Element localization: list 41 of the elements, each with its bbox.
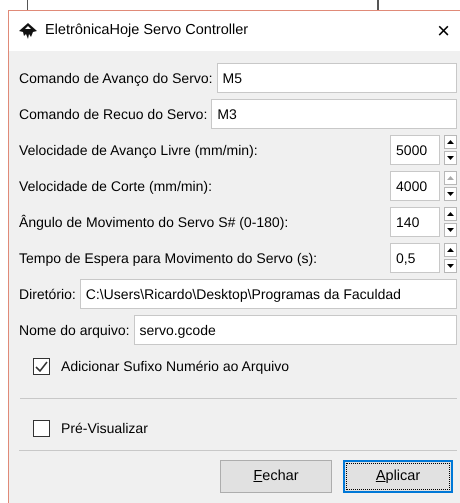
app-logo-icon xyxy=(19,23,37,39)
window-title: EletrônicaHoje Servo Controller xyxy=(45,21,248,40)
input-field[interactable]: servo.gcode xyxy=(134,315,457,345)
caret-up-icon xyxy=(447,140,454,144)
caret-down-icon xyxy=(447,192,454,196)
spin-down-button[interactable] xyxy=(444,259,457,273)
caret-down-icon xyxy=(447,228,454,232)
dialog-button[interactable]: Fechar xyxy=(220,460,332,493)
caret-down-icon xyxy=(447,264,454,268)
caret-down-icon xyxy=(447,156,454,160)
caret-up-icon xyxy=(447,212,454,216)
spin-down-button[interactable] xyxy=(444,187,457,201)
spin-up-button[interactable] xyxy=(444,207,457,221)
spin-up-button[interactable] xyxy=(444,135,457,149)
field-label: Ângulo de Movimento do Servo S# (0-180): xyxy=(19,212,288,232)
input-field[interactable]: 5000 xyxy=(390,135,440,165)
field-label: Comando de Recuo do Servo: xyxy=(19,104,208,124)
field-label: Velocidade de Avanço Livre (mm/min): xyxy=(19,140,258,160)
spin-down-button[interactable] xyxy=(444,223,457,237)
caret-up-icon xyxy=(447,176,454,180)
caret-up-icon xyxy=(447,248,454,252)
close-button[interactable]: × xyxy=(433,20,454,42)
input-field[interactable]: 4000 xyxy=(390,171,440,201)
field-label: Diretório: xyxy=(19,284,76,304)
checkbox-label: Pré-Visualizar xyxy=(61,418,148,438)
field-label: Velocidade de Corte (mm/min): xyxy=(19,176,212,196)
field-label: Nome do arquivo: xyxy=(19,320,130,340)
input-field[interactable]: 0,5 xyxy=(390,243,440,273)
dialog-button[interactable]: Aplicar xyxy=(343,460,453,493)
input-field[interactable]: 140 xyxy=(390,207,440,237)
spin-down-button[interactable] xyxy=(444,151,457,165)
input-field[interactable]: M3 xyxy=(211,99,457,129)
input-field[interactable]: M5 xyxy=(216,63,457,93)
spin-up-button[interactable] xyxy=(444,243,457,257)
input-field[interactable]: C:\Users\Ricardo\Desktop\Programas da Faculdad xyxy=(80,279,457,309)
checkbox[interactable] xyxy=(33,420,50,436)
field-label: Tempo de Espera para Movimento do Servo (s): xyxy=(19,248,318,268)
field-label: Comando de Avanço do Servo: xyxy=(19,68,213,88)
checkbox[interactable] xyxy=(33,358,50,374)
checkmark-icon xyxy=(35,360,48,372)
checkbox-label: Adicionar Sufixo Numério ao Arquivo xyxy=(61,356,290,376)
